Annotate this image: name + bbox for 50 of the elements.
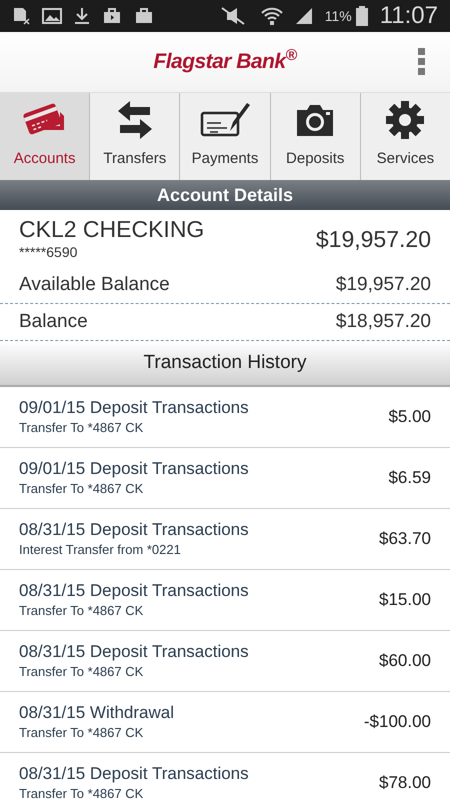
nav-tab[interactable]: Deposits [270,93,360,180]
transaction-amount: $63.70 [379,528,431,550]
transaction-title: 08/31/15 Deposit Transactions [19,580,249,601]
section-header: Transaction History [0,341,450,387]
briefcase-icon [102,7,122,25]
transaction-title: 08/31/15 Deposit Transactions [19,762,249,784]
transaction-amount: $6.59 [388,467,431,490]
balance-amount: $18,957.20 [336,310,431,334]
battery-percentage: 11% [324,6,352,26]
settings-icon [386,100,424,138]
bank-logo: Flagstar Bank$^{®}$ [153,46,297,76]
account-number: *****6590 [19,243,78,262]
transaction-detail: Transfer To *4867 CK [19,724,144,742]
transfer-arrows-icon [118,100,152,138]
transaction-amount: $15.00 [379,589,431,612]
balance-label: Balance [19,310,88,334]
check-pen-icon [200,100,250,138]
transaction-detail: Transfer To *4867 CK [19,662,144,681]
transaction-detail: Interest Transfer from *0221 [19,540,182,559]
clock-time: 11:07 [380,1,438,31]
download-icon [74,7,90,25]
nav-tab[interactable]: Services [360,93,450,180]
transaction-amount: $78.00 [379,772,431,794]
transaction-detail: Transfer To *4867 CK [19,480,144,498]
balance-amount: $19,957.20 [336,272,431,297]
nav-tab[interactable]: Transfers [89,93,180,180]
overflow-menu-icon[interactable] [418,48,426,76]
image-icon [42,7,62,25]
sim-card-icon [12,7,30,25]
nav-tab[interactable]: Payments [179,93,270,180]
transaction-title: 08/31/15 Deposit Transactions [19,518,249,540]
nav-tab[interactable]: Accounts [0,93,90,180]
account-amount: $19,957.20 [316,225,431,254]
account-name: CKL2 CHECKING [19,216,204,242]
transaction-detail: Transfer To *4867 CK [19,784,144,800]
battery-icon [356,6,368,26]
wifi-icon [260,6,283,26]
transaction-title: 09/01/15 Deposit Transactions [19,458,249,479]
transaction-title: 08/31/15 Withdrawal [19,702,174,723]
transaction-detail: Transfer To *4867 CK [19,602,144,620]
transaction-title: 08/31/15 Deposit Transactions [19,640,249,662]
transaction-amount: $5.00 [388,406,431,428]
transaction-amount: -$100.00 [364,711,431,734]
balance-label: Available Balance [19,272,170,297]
transaction-amount: $60.00 [379,650,431,672]
signal-icon [294,7,313,25]
section-header: Account Details [0,180,450,210]
briefcase-icon [134,7,154,25]
transaction-detail: Transfer To *4867 CK [19,418,144,437]
transaction-title: 09/01/15 Deposit Transactions [19,396,249,418]
